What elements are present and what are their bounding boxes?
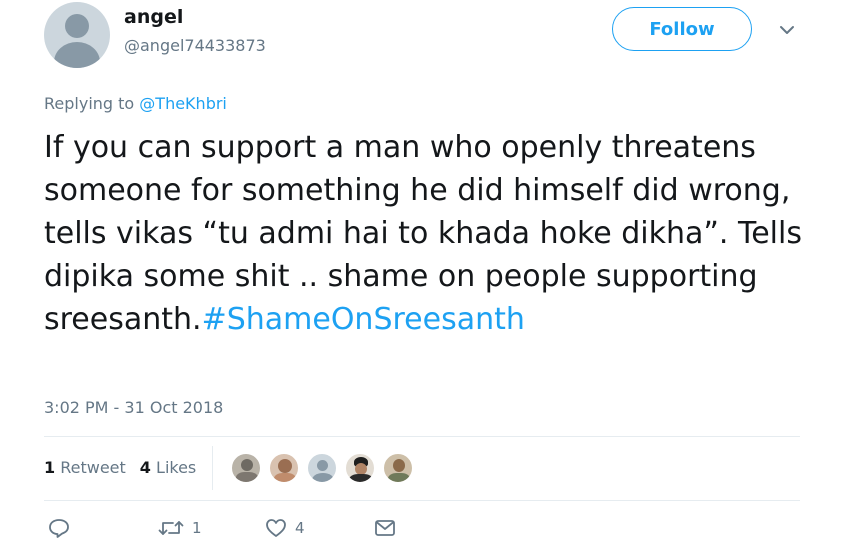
retweet-icon xyxy=(158,521,184,535)
retweets-label: Retweet xyxy=(60,458,126,477)
retweet-count: 1 xyxy=(192,519,202,537)
author-handle[interactable]: @angel74433873 xyxy=(124,36,266,55)
tweet-timestamp[interactable]: 3:02 PM - 31 Oct 2018 xyxy=(44,398,223,417)
liker-avatar-1[interactable] xyxy=(230,452,262,484)
liker-avatar-4[interactable] xyxy=(344,452,376,484)
stats-separator xyxy=(212,446,213,490)
direct-message-button[interactable] xyxy=(374,518,396,538)
replying-to-label: Replying to xyxy=(44,94,140,113)
envelope-icon xyxy=(375,520,395,536)
like-button[interactable]: 4 xyxy=(265,518,305,538)
author-name[interactable]: angel xyxy=(124,6,183,28)
follow-button[interactable]: Follow xyxy=(612,7,752,51)
reply-button[interactable] xyxy=(48,518,70,538)
tweet-stats: 1 Retweet 4 Likes xyxy=(44,458,196,477)
likes-count: 4 xyxy=(139,458,151,477)
liker-avatars xyxy=(230,452,414,484)
liker-avatar-5[interactable] xyxy=(382,452,414,484)
likes-stat[interactable]: 4 Likes xyxy=(140,458,196,477)
replying-to-link[interactable]: @TheKhbri xyxy=(139,94,227,113)
likes-label: Likes xyxy=(156,458,197,477)
author-avatar[interactable] xyxy=(44,2,110,68)
replying-to-line: Replying to @TheKhbri xyxy=(44,94,227,113)
chevron-down-icon[interactable] xyxy=(778,24,796,36)
liker-avatar-2[interactable] xyxy=(268,452,300,484)
reply-icon xyxy=(49,519,69,538)
tweet-text: If you can support a man who openly thre… xyxy=(44,126,804,341)
avatar-head-shape xyxy=(65,14,89,38)
retweets-count: 1 xyxy=(44,458,56,477)
retweets-stat[interactable]: 1 Retweet xyxy=(44,458,126,477)
divider-bottom xyxy=(44,500,800,501)
liker-avatar-3[interactable] xyxy=(306,452,338,484)
retweet-button[interactable]: 1 xyxy=(158,518,202,538)
divider-top xyxy=(44,436,800,437)
avatar-body-shape xyxy=(54,42,100,68)
like-count: 4 xyxy=(295,519,305,537)
hashtag-link[interactable]: #ShameOnSreesanth xyxy=(202,302,525,337)
heart-icon xyxy=(266,519,286,537)
